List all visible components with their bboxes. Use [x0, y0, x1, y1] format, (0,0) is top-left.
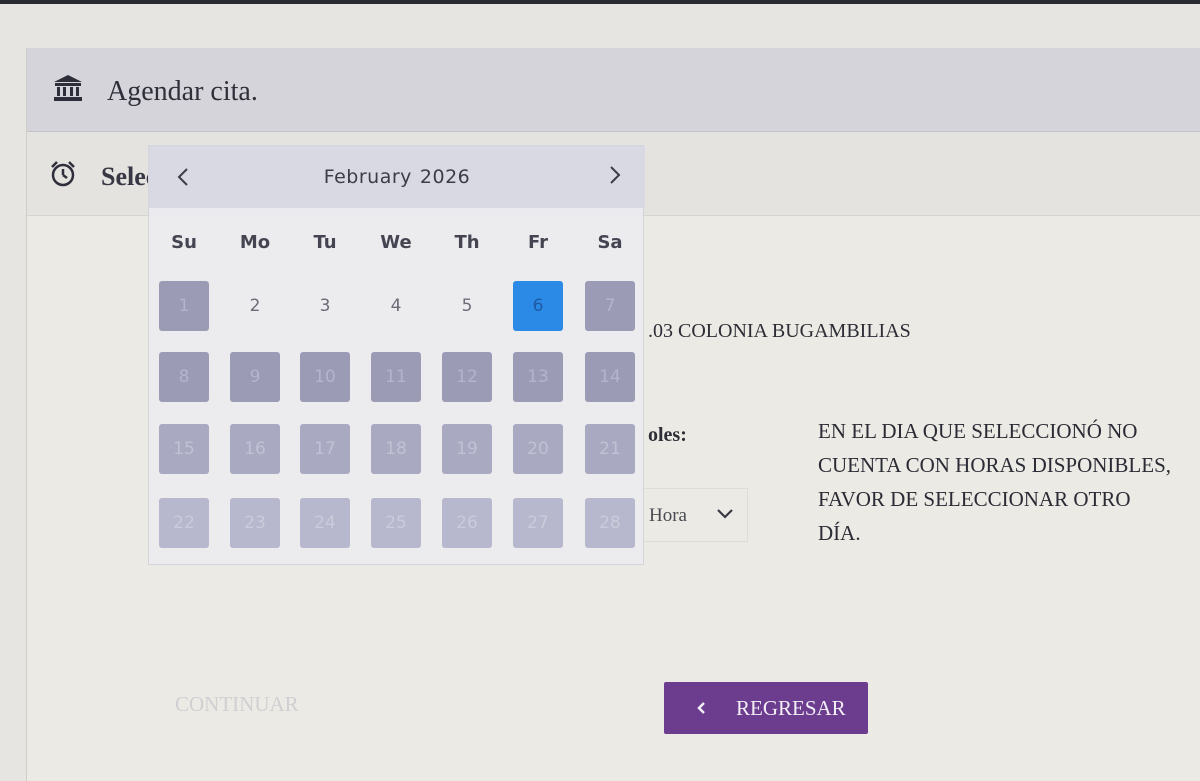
chevron-right-icon[interactable] — [607, 164, 623, 186]
calendar-day[interactable]: 5 — [442, 281, 492, 331]
date-picker-popup: February 2026 Su Mo Tu We Th Fr Sa 1 2 3 4 5 6 7 8 9 10 11… — [148, 145, 645, 565]
back-button[interactable]: REGRESAR — [664, 682, 868, 734]
calendar-day-selected[interactable]: 6 — [513, 281, 563, 331]
screen-top-edge — [0, 0, 1200, 4]
calendar-day: 23 — [230, 498, 280, 548]
weekday-header: Fr — [527, 232, 549, 253]
back-button-label: REGRESAR — [736, 695, 846, 720]
calendar-day: 14 — [585, 352, 635, 402]
calendar-day: 21 — [585, 424, 635, 474]
weekday-header: Su — [171, 232, 197, 253]
weekday-header: We — [380, 232, 412, 253]
calendar-day: 13 — [513, 352, 563, 402]
page-header: Agendar cita. — [27, 48, 1200, 132]
continue-button[interactable]: CONTINUAR — [175, 692, 299, 717]
calendar-day: 11 — [371, 352, 421, 402]
calendar-day: 18 — [371, 424, 421, 474]
calendar-day[interactable]: 4 — [371, 281, 421, 331]
available-hours-label: oles: — [648, 424, 687, 446]
calendar-day: 12 — [442, 352, 492, 402]
calendar-day: 24 — [300, 498, 350, 548]
chevron-down-icon — [717, 509, 733, 519]
calendar-day: 27 — [513, 498, 563, 548]
calendar-day: 9 — [230, 352, 280, 402]
calendar-day[interactable]: 3 — [300, 281, 350, 331]
alarm-clock-icon — [51, 161, 75, 187]
date-picker-header: February 2026 — [149, 146, 645, 208]
calendar-day: 20 — [513, 424, 563, 474]
calendar-day[interactable]: 2 — [230, 281, 280, 331]
calendar-day: 28 — [585, 498, 635, 548]
calendar-day: 19 — [442, 424, 492, 474]
weekday-header: Tu — [313, 232, 337, 253]
calendar-day: 26 — [442, 498, 492, 548]
weekday-header: Mo — [239, 232, 271, 253]
month-year-label[interactable]: February 2026 — [149, 166, 645, 188]
calendar-day: 16 — [230, 424, 280, 474]
calendar-day: 22 — [159, 498, 209, 548]
calendar-day: 25 — [371, 498, 421, 548]
weekday-header: Sa — [597, 232, 623, 253]
calendar-day: 15 — [159, 424, 209, 474]
calendar-day: 10 — [300, 352, 350, 402]
institution-icon — [54, 75, 82, 101]
calendar-day: 1 — [159, 281, 209, 331]
weekday-header: Th — [454, 232, 480, 253]
calendar-day: 8 — [159, 352, 209, 402]
no-hours-message: EN EL DIA QUE SELECCIONÓ NO CUENTA CON H… — [818, 419, 1172, 545]
hour-select[interactable]: Hora — [640, 488, 748, 542]
hour-select-value: Hora — [649, 505, 687, 526]
calendar-day: 17 — [300, 424, 350, 474]
chevron-left-icon — [697, 702, 705, 714]
calendar-day: 7 — [585, 281, 635, 331]
address-text: .03 COLONIA BUGAMBILIAS — [648, 320, 911, 342]
year-label: 2026 — [419, 166, 471, 188]
month-label: February — [323, 166, 412, 188]
page-title: Agendar cita. — [107, 76, 258, 107]
